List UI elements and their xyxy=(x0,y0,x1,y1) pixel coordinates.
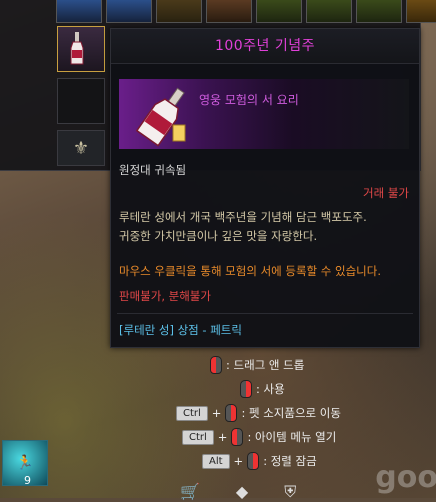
inventory-slot[interactable] xyxy=(206,0,252,23)
left-mouse-icon xyxy=(210,356,222,374)
cart-icon[interactable]: 🛒 xyxy=(180,482,200,502)
item-tooltip: 100주년 기념주 영웅 모험의 서 요리 원정대 귀속됨 거래 불가 루테란 … xyxy=(110,28,420,348)
hint-drag: : 드래그 앤 드롭 xyxy=(210,356,304,374)
right-mouse-icon xyxy=(240,380,252,398)
item-title: 100주년 기념주 xyxy=(111,29,419,64)
item-flags: 판매불가, 분해불가 xyxy=(119,289,211,303)
skill-slot[interactable]: 🏃 9 xyxy=(2,440,48,487)
item-description-line: 루테란 성에서 개국 백주년을 기념해 담근 백포도주. xyxy=(119,210,367,224)
shield-icon[interactable]: ⛨ xyxy=(284,482,296,502)
hint-use: : 사용 xyxy=(240,380,285,398)
right-mouse-icon xyxy=(225,404,238,422)
trident-icon: ⚜ xyxy=(72,137,90,159)
inventory-slot-selected-wine[interactable] xyxy=(57,26,105,72)
running-figure-icon: 🏃 xyxy=(16,455,34,471)
shop-source: [루테란 성] 상점 - 페트릭 xyxy=(119,323,242,337)
inventory-sort-button[interactable]: ⚜ xyxy=(57,130,105,166)
wine-bottle-icon xyxy=(135,87,186,147)
hint-menu: Ctrl + : 아이템 메뉴 열기 xyxy=(182,428,336,446)
trade-status: 거래 불가 xyxy=(363,186,409,200)
inventory-slot[interactable] xyxy=(106,0,152,23)
inventory-slot[interactable] xyxy=(406,0,436,23)
bottom-hotbar: 🛒 ◆ ⛨ xyxy=(180,482,296,502)
tooltip-divider xyxy=(117,313,413,314)
hint-lock: Alt + : 정렬 잠금 xyxy=(202,452,317,470)
inventory-slot[interactable] xyxy=(356,0,402,23)
item-description-line: 귀중한 가치만큼이나 깊은 맛을 자랑한다. xyxy=(119,229,318,243)
inventory-slot[interactable] xyxy=(306,0,352,23)
diamond-icon[interactable]: ◆ xyxy=(236,482,248,502)
watermark: goo xyxy=(375,460,436,495)
use-hint: 마우스 우클릭을 통해 모험의 서에 등록할 수 있습니다. xyxy=(119,264,382,278)
alt-key: Alt xyxy=(202,453,230,469)
inventory-slot[interactable] xyxy=(56,0,102,23)
inventory-slot[interactable] xyxy=(156,0,202,23)
wine-bottle-icon xyxy=(70,32,84,65)
item-category: 영웅 모험의 서 요리 xyxy=(199,93,299,107)
ctrl-key: Ctrl xyxy=(176,405,208,421)
left-mouse-icon xyxy=(231,428,244,446)
inventory-slot[interactable] xyxy=(57,78,105,124)
ctrl-key: Ctrl xyxy=(182,429,214,445)
skill-count: 9 xyxy=(24,474,31,487)
hint-pet: Ctrl + : 펫 소지품으로 이동 xyxy=(176,404,341,422)
inventory-top-row xyxy=(56,0,436,23)
bound-status: 원정대 귀속됨 xyxy=(119,163,187,177)
item-art-banner: 영웅 모험의 서 요리 xyxy=(119,79,409,149)
inventory-slot[interactable] xyxy=(256,0,302,23)
right-mouse-icon xyxy=(247,452,260,470)
